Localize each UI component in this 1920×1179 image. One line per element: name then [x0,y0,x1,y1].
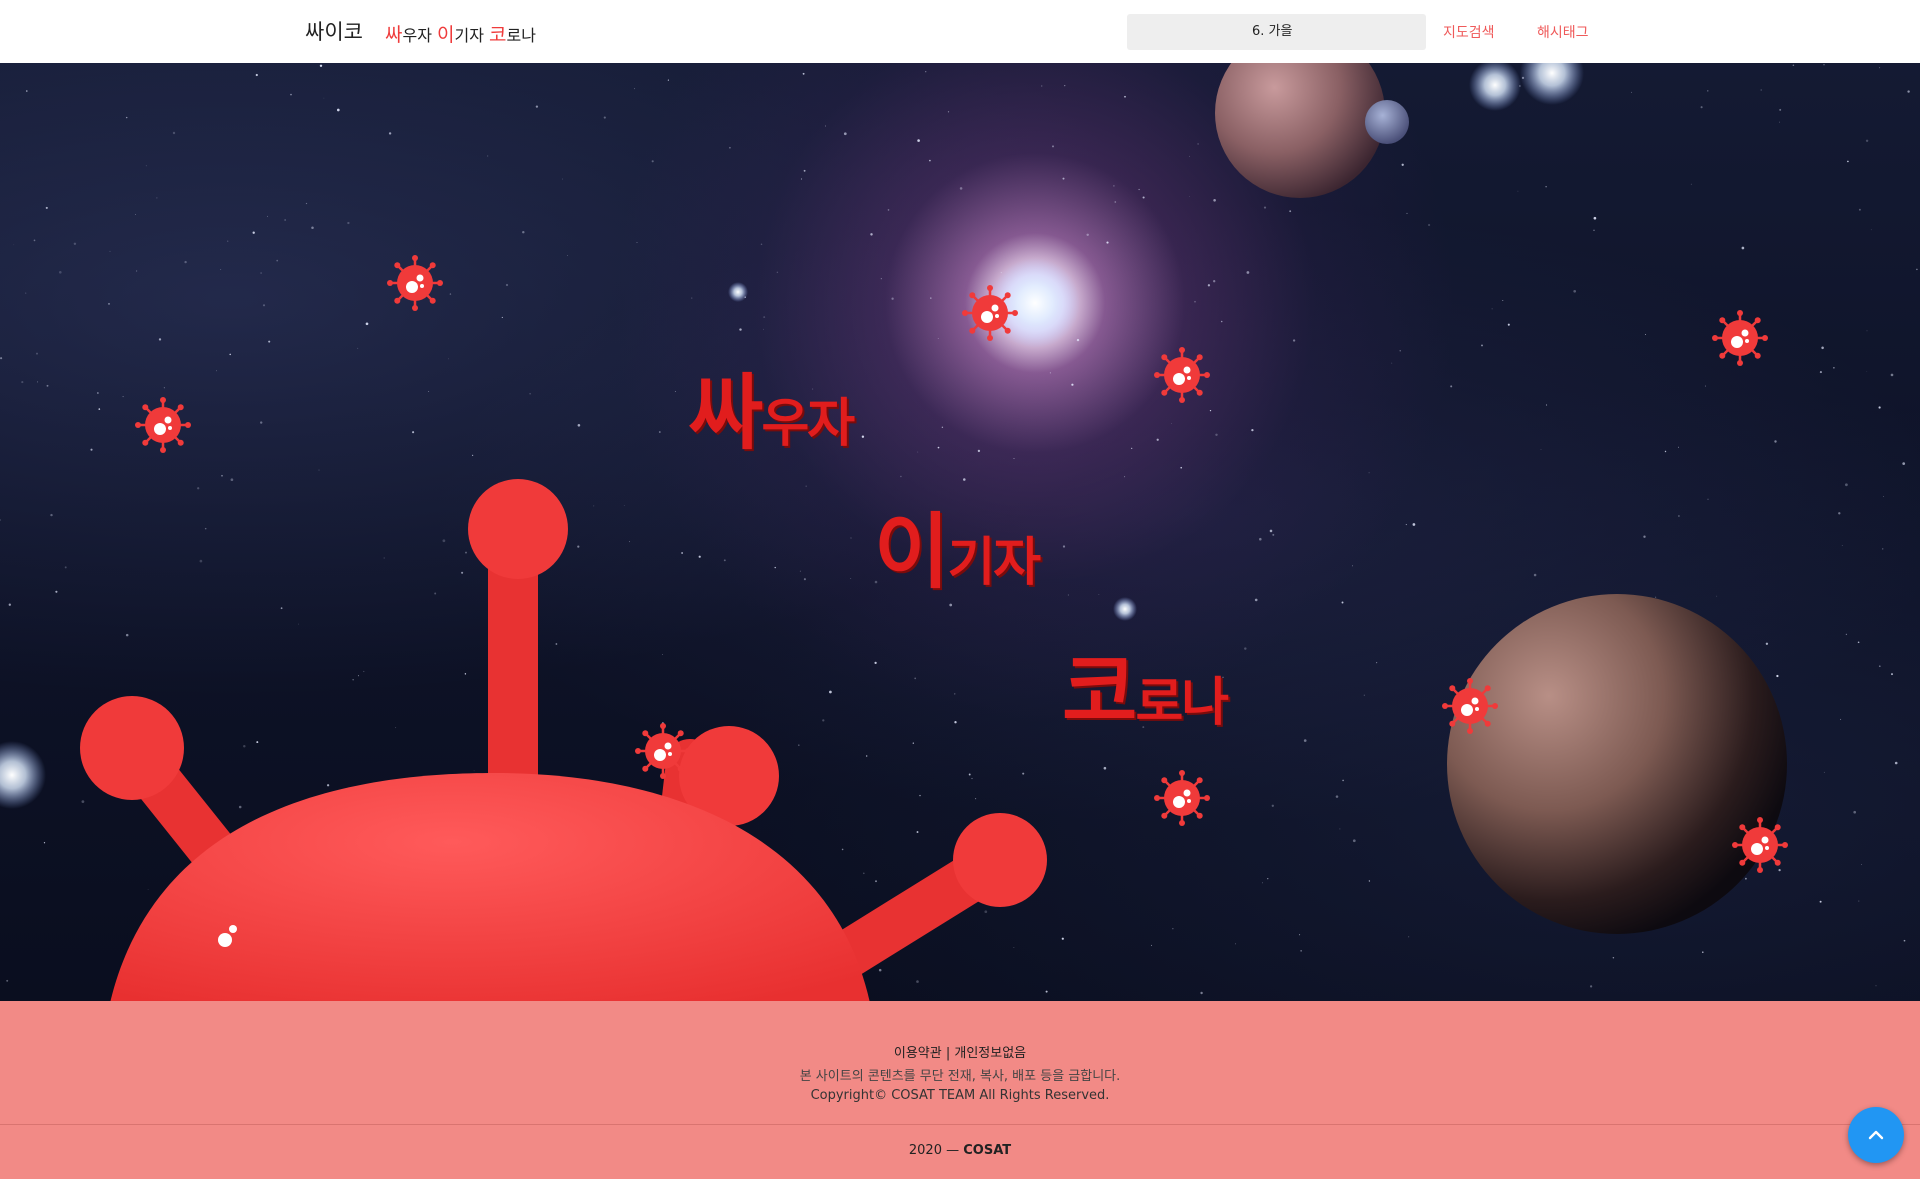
footer-notice: 본 사이트의 콘텐츠를 무단 전재, 복사, 배포 등을 금합니다. [799,1069,1121,1084]
slogan-big-2: 이 [874,505,949,600]
slogan-line-1: 싸우자 [688,346,855,465]
chevron-up-icon [1868,1130,1884,1140]
nav-link-hashtag[interactable]: 해시태그 [1537,22,1589,42]
tagline-text-1: 우자 [402,26,438,45]
footer-year: 2020 — COSAT [0,1143,1920,1158]
slogan-line-3: 코로나 [1062,625,1229,744]
virus-icon [1154,770,1210,826]
navbar: 싸이코 싸우자 이기자 코로나 6. 가을 지도검색 해시태그 [0,0,1920,63]
tagline-highlight-3: 코 [489,24,507,46]
nav-link-map-search[interactable]: 지도검색 [1443,22,1495,42]
footer-team: COSAT [963,1143,1012,1158]
planet-large [1447,594,1787,934]
slogan-big-1: 싸 [688,366,763,461]
footer-copyright: Copyright© COSAT TEAM All Rights Reserve… [810,1088,1110,1103]
virus-icon [1154,347,1210,403]
small-star [1113,597,1137,621]
tagline-text-3: 로나 [506,26,536,45]
virus-icon [1732,817,1788,873]
footer: 이용약관 | 개인정보없음 본 사이트의 콘텐츠를 무단 전재, 복사, 배포 … [0,1001,1920,1179]
tagline: 싸우자 이기자 코로나 [385,20,536,47]
planet-top [1215,63,1385,198]
tagline-highlight-2: 이 [437,24,455,46]
brand-logo[interactable]: 싸이코 [305,16,363,46]
bright-star-left [0,741,46,809]
slogan-small-1: 우자 [761,394,855,454]
slogan-small-3: 로나 [1135,673,1229,733]
scroll-top-button[interactable] [1848,1107,1904,1163]
hero-banner: 싸우자 이기자 코로나 [0,63,1920,1001]
moon [1365,100,1409,144]
slogan-small-2: 기자 [947,533,1041,593]
virus-icon [387,255,443,311]
search-input[interactable]: 6. 가을 [1127,14,1426,50]
virus-icon [1442,678,1498,734]
tagline-text-2: 기자 [454,26,490,45]
bright-star-top [1469,63,1521,111]
footer-terms-link[interactable]: 이용약관 | 개인정보없음 [0,1042,1920,1061]
virus-icon [635,723,691,779]
virus-icon [135,397,191,453]
tagline-highlight-1: 싸 [385,24,403,46]
bright-star-top-2 [1520,63,1584,105]
footer-divider [0,1124,1920,1125]
virus-icon [962,285,1018,341]
footer-year-text: 2020 — [908,1143,960,1158]
slogan-big-3: 코 [1062,645,1137,740]
virus-icon [1712,310,1768,366]
small-star-2 [728,282,748,302]
slogan-line-2: 이기자 [874,485,1041,604]
